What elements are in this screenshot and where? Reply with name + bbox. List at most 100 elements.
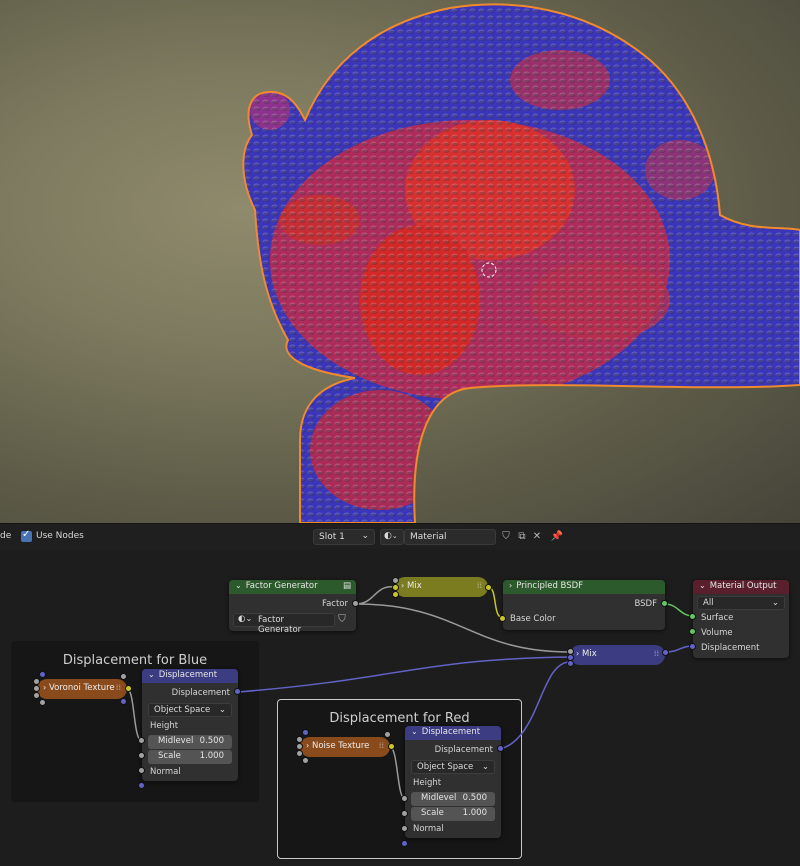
base-color-label: Base Color: [510, 614, 556, 624]
noise-output-socket[interactable]: [384, 731, 391, 738]
displacement-node-red[interactable]: ⌄ Displacement Displacement Object Space …: [405, 726, 501, 838]
scale-input-socket[interactable]: [138, 767, 145, 774]
material-output-node[interactable]: ⌄ Material Output All ⌄ Surface Volume Di…: [693, 580, 789, 658]
scale-value: 1.000: [462, 808, 487, 818]
monkey-mesh-render: [242, 3, 800, 523]
height-label: Height: [150, 721, 179, 731]
chevron-right-icon: ›: [509, 581, 513, 590]
grip-icon: ⁞⁞: [653, 649, 659, 658]
volume-input-socket[interactable]: [689, 628, 696, 635]
node-group-icon: ▤: [342, 581, 351, 591]
surface-input-socket[interactable]: [689, 613, 696, 620]
base-color-input-socket[interactable]: [499, 615, 506, 622]
node-header[interactable]: ⌄ Displacement: [405, 726, 501, 740]
chevron-right-icon: ›: [306, 741, 310, 750]
voronoi-input-socket[interactable]: [33, 685, 40, 692]
scale-input-socket[interactable]: [401, 825, 408, 832]
chevron-down-icon: ⌄: [148, 670, 155, 679]
factor-output-socket[interactable]: [352, 600, 359, 607]
node-title: Mix: [582, 649, 597, 659]
midlevel-input-socket[interactable]: [138, 752, 145, 759]
mode-label[interactable]: de: [0, 531, 11, 541]
space-dropdown[interactable]: Object Space ⌄: [411, 760, 495, 774]
node-group-selector[interactable]: ◐⌄ Factor Generator: [233, 613, 335, 635]
noise-input-socket[interactable]: [296, 750, 303, 757]
mix-input-socket[interactable]: [392, 591, 399, 598]
noise-input-socket[interactable]: [302, 757, 309, 764]
scale-field[interactable]: Scale 1.000: [148, 750, 232, 764]
bsdf-output-label: BSDF: [634, 599, 657, 609]
noise-input-socket[interactable]: [296, 743, 303, 750]
bsdf-output-socket[interactable]: [661, 600, 668, 607]
mix-color-node[interactable]: › Mix ⁞⁞: [395, 577, 488, 597]
displacement-output-socket[interactable]: [497, 745, 504, 752]
voronoi-input-socket[interactable]: [39, 699, 46, 706]
volume-label: Volume: [701, 628, 733, 638]
height-label: Height: [413, 778, 442, 788]
pin-icon[interactable]: 📌: [549, 529, 565, 545]
noise-input-socket[interactable]: [296, 736, 303, 743]
displacement-output-socket[interactable]: [234, 688, 241, 695]
use-nodes-label: Use Nodes: [36, 531, 84, 541]
node-header[interactable]: ⌄ Material Output: [693, 580, 789, 594]
fake-user-shield-icon[interactable]: ⛉: [335, 613, 349, 627]
normal-input-socket[interactable]: [401, 840, 408, 847]
slot-dropdown[interactable]: Slot 1 ⌄: [313, 529, 375, 545]
node-header[interactable]: › Principled BSDF: [503, 580, 665, 594]
height-input-socket[interactable]: [401, 795, 408, 802]
material-name-field[interactable]: Material: [404, 529, 496, 545]
voronoi-vector-input-socket[interactable]: [39, 671, 46, 678]
duplicate-icon[interactable]: ⧉: [514, 529, 530, 545]
midlevel-field[interactable]: Midlevel 0.500: [148, 735, 232, 749]
noise-color-output-socket[interactable]: [388, 743, 395, 750]
node-header[interactable]: ⌄ Displacement: [142, 669, 238, 683]
normal-label: Normal: [413, 824, 444, 834]
factor-generator-node[interactable]: ⌄ Factor Generator ▤ Factor ◐⌄ Factor Gen…: [229, 580, 356, 635]
close-icon[interactable]: ✕: [529, 529, 545, 545]
output-target-dropdown[interactable]: All ⌄: [697, 596, 785, 610]
mix-output-socket[interactable]: [485, 584, 492, 591]
slot-label: Slot 1: [319, 532, 345, 542]
displacement-input-socket[interactable]: [689, 643, 696, 650]
mix-output-socket[interactable]: [662, 649, 669, 656]
mix-input-socket[interactable]: [392, 584, 399, 591]
displacement-output-label: Displacement: [171, 688, 230, 698]
scale-label: Scale: [421, 808, 444, 818]
midlevel-value: 0.500: [462, 793, 487, 803]
voronoi-output-socket[interactable]: [120, 673, 127, 680]
scale-field[interactable]: Scale 1.000: [411, 807, 495, 821]
noise-vector-input-socket[interactable]: [302, 729, 309, 736]
voronoi-texture-node[interactable]: › Voronoi Texture ⁞⁞: [37, 679, 127, 699]
node-header[interactable]: ⌄ Factor Generator ▤: [229, 580, 356, 594]
use-nodes-checkbox[interactable]: [21, 529, 32, 542]
midlevel-field[interactable]: Midlevel 0.500: [411, 792, 495, 806]
material-name: Material: [410, 532, 447, 542]
voronoi-input-socket[interactable]: [33, 678, 40, 685]
chevron-down-icon: ⌄: [391, 532, 398, 540]
mix-displacement-node[interactable]: › Mix ⁞⁞: [570, 645, 665, 665]
displacement-node-blue[interactable]: ⌄ Displacement Displacement Object Space …: [142, 669, 238, 781]
group-name: Factor Generator: [258, 615, 302, 635]
voronoi-input-socket[interactable]: [33, 692, 40, 699]
normal-input-socket[interactable]: [138, 782, 145, 789]
midlevel-input-socket[interactable]: [401, 810, 408, 817]
chevron-down-icon: ⌄: [218, 705, 226, 715]
voronoi-color-output-socket[interactable]: [125, 685, 132, 692]
node-editor[interactable]: Displacement for Blue Displacement for R…: [0, 549, 800, 866]
voronoi-output-socket[interactable]: [120, 698, 127, 705]
chevron-down-icon: ⌄: [699, 581, 706, 590]
node-title: Displacement: [421, 727, 481, 737]
space-dropdown[interactable]: Object Space ⌄: [148, 703, 232, 717]
height-input-socket[interactable]: [138, 737, 145, 744]
mix-input-socket[interactable]: [392, 577, 399, 584]
3d-viewport[interactable]: [0, 0, 800, 523]
chevron-down-icon: ⌄: [481, 762, 489, 772]
material-browse-button[interactable]: ◐⌄: [380, 529, 404, 545]
grip-icon: ⁞⁞: [378, 741, 384, 750]
principled-bsdf-node[interactable]: › Principled BSDF BSDF Base Color: [503, 580, 665, 630]
chevron-down-icon: ⌄: [235, 581, 242, 590]
fake-user-shield-icon[interactable]: ⛉: [498, 529, 514, 545]
node-title: Voronoi Texture: [49, 683, 115, 693]
noise-texture-node[interactable]: › Noise Texture ⁞⁞: [300, 737, 390, 757]
mix-b-input-socket[interactable]: [567, 660, 574, 667]
